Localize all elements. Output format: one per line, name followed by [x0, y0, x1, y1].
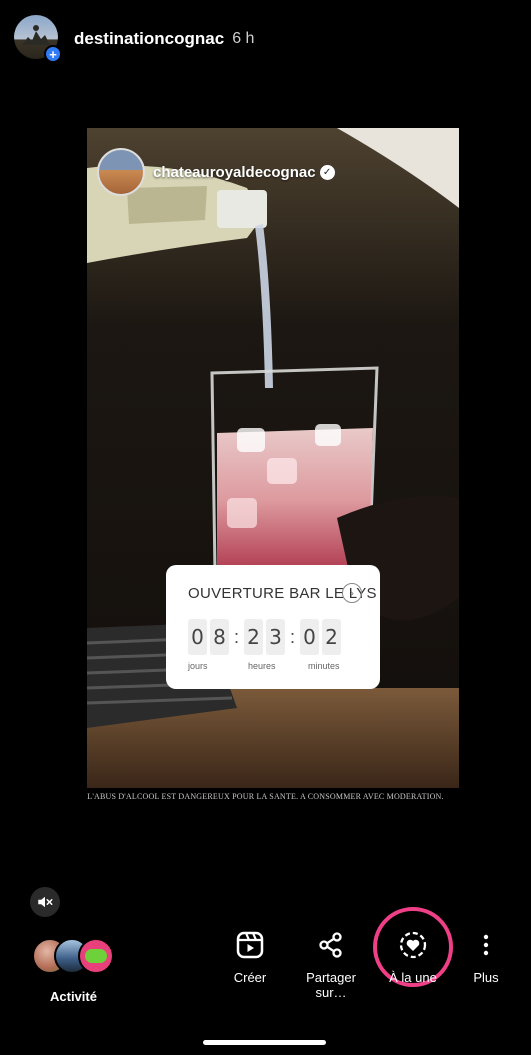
countdown-digit: 2	[322, 619, 341, 655]
reshared-account-name[interactable]: chateauroyaldecognac	[153, 164, 316, 181]
reshared-account-avatar[interactable]	[97, 148, 145, 196]
alcohol-warning: L'ABUS D'ALCOOL EST DANGEREUX POUR LA SA…	[87, 792, 444, 801]
countdown-separator: :	[289, 626, 295, 647]
activity-viewers[interactable]	[32, 938, 122, 978]
highlight-button[interactable]: À la une	[373, 930, 453, 985]
countdown-digit: 3	[266, 619, 285, 655]
speaker-muted-icon	[38, 896, 53, 908]
add-story-badge[interactable]: +	[44, 45, 62, 63]
countdown-label-hours: heures	[248, 661, 276, 671]
countdown-digit: 2	[244, 619, 263, 655]
share-icon	[319, 932, 342, 958]
create-label: Créer	[233, 970, 267, 985]
activity-label[interactable]: Activité	[50, 989, 97, 1004]
create-button[interactable]: Créer	[210, 930, 290, 985]
home-indicator[interactable]	[203, 1040, 326, 1045]
share-button[interactable]: Partager sur…	[291, 930, 371, 1000]
reels-icon	[236, 931, 264, 959]
cocktail-photo	[87, 128, 459, 788]
profile-avatar[interactable]: +	[14, 15, 62, 63]
mute-button[interactable]	[30, 887, 60, 917]
username[interactable]: destinationcognac	[74, 29, 224, 49]
countdown-digit: 0	[300, 619, 319, 655]
countdown-label-minutes: minutes	[308, 661, 340, 671]
highlight-label: À la une	[389, 970, 437, 985]
share-label: Partager sur…	[306, 970, 356, 1000]
countdown-separator: :	[233, 626, 239, 647]
more-button[interactable]: Plus	[446, 930, 526, 985]
story-header: + destinationcognac 6 h	[14, 14, 254, 64]
countdown-digit: 0	[188, 619, 207, 655]
countdown-arrow-icon[interactable]: ›	[342, 583, 362, 603]
highlight-heart-icon	[399, 931, 427, 959]
verified-icon: ✓	[319, 164, 335, 180]
countdown-digit: 8	[210, 619, 229, 655]
countdown-label-days: jours	[188, 661, 208, 671]
story-media[interactable]: chateauroyaldecognac ✓ OUVERTURE BAR LE …	[87, 128, 459, 788]
countdown-sticker[interactable]: OUVERTURE BAR LE LYS › 0 8 : 2 3 : 0 2 j…	[166, 565, 380, 689]
viewer-avatar	[78, 938, 114, 974]
reshared-account-header[interactable]: chateauroyaldecognac ✓	[97, 148, 335, 196]
post-time: 6 h	[232, 30, 255, 47]
more-vertical-icon	[483, 934, 489, 956]
countdown-digits: 0 8 : 2 3 : 0 2	[188, 619, 344, 655]
more-label: Plus	[473, 970, 499, 985]
